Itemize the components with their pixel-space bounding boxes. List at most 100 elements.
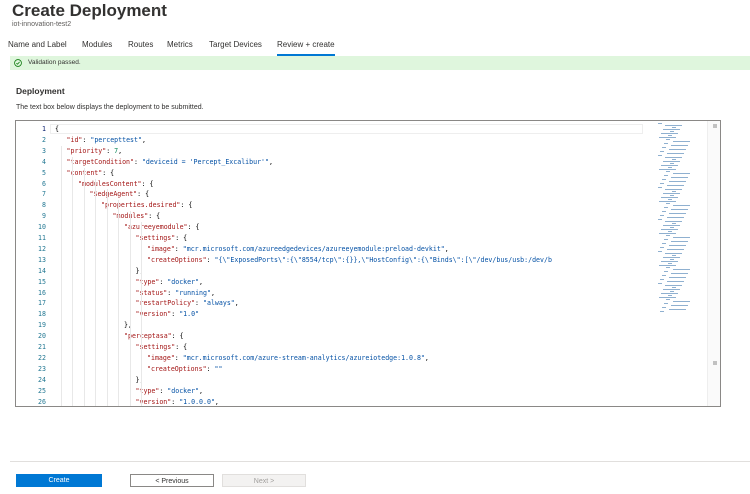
line-number: 16 (38, 288, 46, 297)
code-token: "properties.desired" (101, 201, 181, 210)
minimap-line (669, 309, 686, 310)
more-options-button[interactable]: ··· (145, 0, 162, 16)
code-line: "status": "running", (136, 288, 215, 298)
line-number: 25 (38, 386, 46, 395)
minimap-line (671, 209, 688, 210)
scrollbar-marker-top (713, 124, 717, 128)
minimap-line (672, 223, 676, 224)
section-description: The text box below displays the deployme… (16, 104, 204, 111)
line-number: 8 (42, 201, 46, 210)
minimap-line (668, 167, 672, 168)
code-token: "type" (135, 277, 160, 286)
code-token: "restartPolicy" (135, 299, 196, 308)
code-token: , (141, 135, 146, 144)
minimap-line (672, 255, 676, 256)
minimap-line (664, 175, 668, 176)
minimap-line (673, 269, 690, 270)
minimap-line (659, 233, 676, 234)
code-token: "percepttest" (90, 135, 142, 144)
line-number: 2 (42, 135, 46, 144)
code-token: "" (214, 364, 223, 373)
line-number: 5 (42, 168, 46, 177)
minimap-line (658, 251, 662, 252)
resource-name: iot-innovation-test2 (12, 21, 72, 28)
minimap-line (668, 295, 672, 296)
code-token: "docker" (167, 277, 200, 286)
previous-button[interactable]: < Previous (130, 474, 214, 487)
line-number: 20 (38, 332, 46, 341)
code-line: "version": "1.0.0.0", (136, 397, 219, 407)
tab-metrics[interactable]: Metrics (167, 40, 193, 49)
minimap-line (667, 217, 684, 218)
code-line: "version": "1.0" (136, 309, 200, 319)
minimap-line (660, 215, 664, 216)
scrollbar-marker-bottom (713, 361, 717, 365)
line-number: 22 (38, 353, 46, 362)
minimap-line (663, 129, 680, 130)
code-token: "mcr.microsoft.com/azure-stream-analytic… (182, 353, 425, 362)
editor-minimap[interactable] (656, 121, 708, 406)
minimap-line (665, 157, 682, 158)
minimap-line (671, 177, 688, 178)
minimap-line (660, 279, 664, 280)
code-line: "modulesContent": { (78, 179, 153, 189)
minimap-line (660, 311, 664, 312)
code-token: : (106, 146, 115, 155)
create-button[interactable]: Create (16, 474, 102, 487)
tab-target-devices[interactable]: Target Devices (209, 40, 262, 49)
editor-vertical-scrollbar[interactable] (707, 121, 720, 406)
minimap-line (666, 235, 670, 236)
line-number: 9 (42, 212, 46, 221)
code-line: "image": "mcr.microsoft.com/azure-stream… (147, 353, 429, 363)
minimap-line (673, 205, 690, 206)
code-token: "1.0.0.0" (179, 397, 215, 406)
wizard-tabs: Name and Label Modules Routes Metrics Ta… (0, 37, 750, 56)
minimap-line (661, 133, 678, 134)
code-token: "id" (66, 135, 83, 144)
minimap-line (663, 193, 680, 194)
code-token: : (206, 364, 215, 373)
code-token: "always" (203, 299, 235, 308)
minimap-line (666, 139, 670, 140)
code-token: : (174, 353, 183, 362)
code-token: : { (180, 201, 193, 210)
line-number: 7 (42, 190, 46, 199)
code-token: }, (135, 266, 144, 275)
code-line: }, (136, 266, 144, 276)
page-title: Create Deployment (12, 1, 167, 20)
minimap-line (663, 161, 680, 162)
code-token: { (55, 125, 59, 133)
code-token: , (214, 397, 219, 406)
code-token: , (210, 288, 215, 297)
section-title: Deployment (16, 86, 65, 96)
code-token: "azureeyemodule" (124, 223, 188, 232)
next-button[interactable]: Next > (222, 474, 306, 487)
code-token: "type" (135, 386, 160, 395)
deployment-json-editor[interactable]: 1 2 3 4 5 6 7 8 9 10 11 12 13 14 15 16 17 18 19 20 21 22 23 24 2… (15, 120, 721, 407)
code-area[interactable]: {"id": "percepttest", "priority": 7, "targ… (55, 124, 643, 406)
code-line: "properties.desired": { (101, 200, 192, 210)
minimap-line (659, 137, 676, 138)
minimap-line (663, 225, 680, 226)
code-token: }, (135, 375, 144, 384)
minimap-line (662, 307, 666, 308)
code-token: "createOptions" (147, 255, 207, 264)
line-number: 26 (38, 397, 46, 406)
minimap-line (673, 141, 690, 142)
minimap-line (665, 285, 682, 286)
code-token: }, (124, 321, 132, 330)
line-number: 3 (42, 146, 46, 155)
tab-review-create[interactable]: Review + create (277, 40, 335, 56)
code-token: "image" (147, 244, 175, 253)
tab-name-and-label[interactable]: Name and Label (8, 40, 67, 49)
code-token: "priority" (66, 146, 107, 155)
line-number: 24 (38, 375, 46, 384)
indent-guide (141, 222, 142, 406)
minimap-line (664, 271, 668, 272)
tab-modules[interactable]: Modules (82, 40, 112, 49)
minimap-line (669, 213, 686, 214)
code-line: "settings": { (136, 342, 188, 352)
minimap-line (669, 149, 686, 150)
tab-routes[interactable]: Routes (128, 40, 153, 49)
minimap-line (662, 211, 666, 212)
